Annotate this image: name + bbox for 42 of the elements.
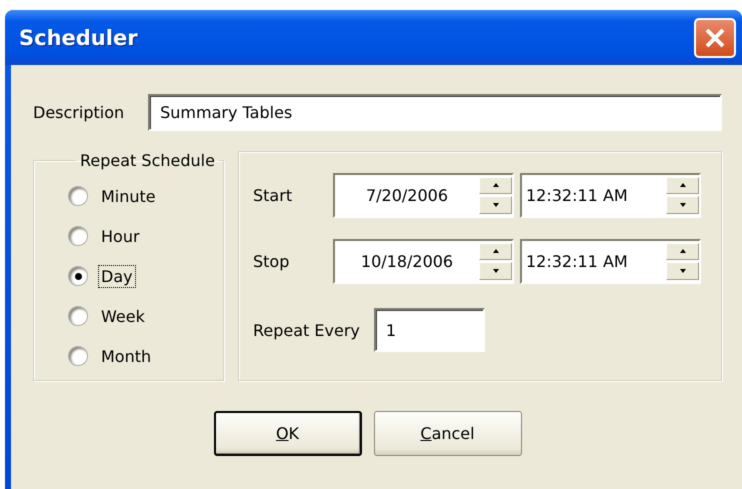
radio-label[interactable]: Month [98, 344, 154, 368]
down-arrow-icon [680, 202, 686, 207]
spin-up-button[interactable] [479, 176, 512, 194]
window-title: Scheduler [19, 26, 138, 50]
up-arrow-icon [680, 249, 686, 254]
spin-down-button[interactable] [666, 262, 699, 280]
spin-down-button[interactable] [666, 196, 699, 214]
date-picker[interactable]: 7/20/2006 [333, 172, 514, 218]
down-arrow-icon [680, 268, 686, 273]
repeat-every-label: Repeat Every [253, 320, 360, 340]
repeat-every-field[interactable]: 1 [374, 308, 485, 352]
radio-button[interactable] [68, 226, 88, 246]
up-arrow-icon [680, 183, 686, 188]
spin-up-button[interactable] [479, 242, 512, 260]
radio-button[interactable] [68, 186, 88, 206]
radio-label[interactable]: Day [98, 264, 136, 288]
date-picker[interactable]: 10/18/2006 [333, 238, 514, 284]
radio-button[interactable] [68, 266, 88, 286]
down-arrow-icon [492, 268, 498, 273]
time-picker[interactable]: 12:32:11 AM [520, 238, 701, 284]
row-label: Stop [253, 252, 290, 270]
spin-up-button[interactable] [666, 242, 699, 260]
radio-label[interactable]: Hour [98, 224, 143, 248]
radio-label[interactable]: Week [98, 304, 148, 328]
group-title: Repeat Schedule [79, 151, 216, 170]
close-icon [704, 26, 726, 48]
spin-down-button[interactable] [479, 262, 512, 280]
dialog-button[interactable]: Cancel [374, 411, 522, 456]
dialog-button[interactable]: OK [214, 411, 362, 456]
row-label: Start [253, 186, 294, 204]
spin-up-button[interactable] [666, 176, 699, 194]
up-arrow-icon [492, 183, 498, 188]
up-arrow-icon [492, 249, 498, 254]
close-button[interactable] [694, 18, 736, 58]
down-arrow-icon [492, 202, 498, 207]
spin-down-button[interactable] [479, 196, 512, 214]
radio-button[interactable] [68, 346, 88, 366]
description-label: Description [33, 103, 124, 122]
time-picker[interactable]: 12:32:11 AM [520, 172, 701, 218]
radio-button[interactable] [68, 306, 88, 326]
description-field[interactable]: Summary Tables [148, 94, 722, 131]
radio-label[interactable]: Minute [98, 184, 159, 208]
